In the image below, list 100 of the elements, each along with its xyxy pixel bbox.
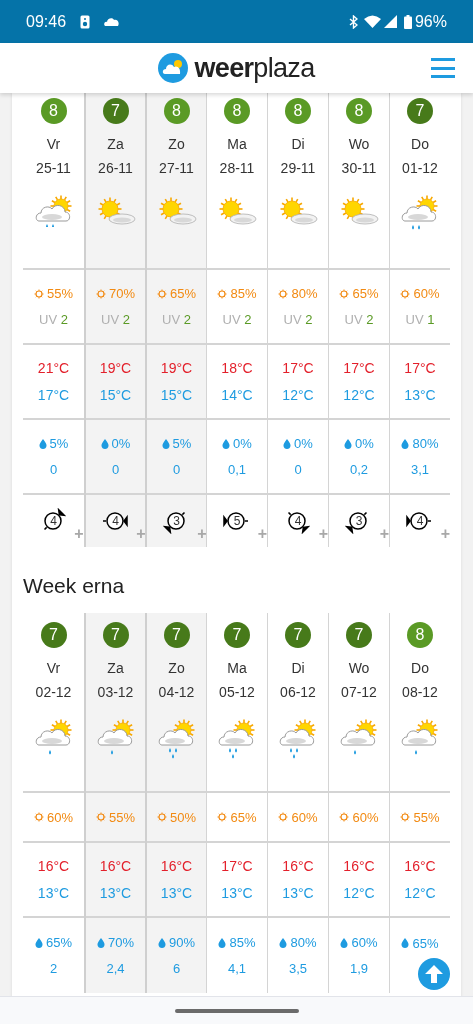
date: 01-12 (402, 159, 438, 178)
min-temperature: 13°C (221, 883, 253, 903)
sunshine-chance: 80% (278, 284, 318, 304)
score-badge: 8 (40, 98, 67, 124)
sunshine-chance: 55% (96, 807, 135, 827)
sun-icon (217, 812, 228, 823)
date: 04-12 (158, 683, 195, 703)
drop-icon (401, 438, 410, 449)
more-button[interactable]: + (440, 526, 450, 542)
score-badge: 7 (224, 622, 250, 649)
max-temperature: 16°C (282, 856, 314, 876)
battery-percentage: 96% (414, 11, 447, 32)
date: 29-11 (280, 159, 316, 178)
drop-icon (222, 438, 231, 449)
sunshine-chance: 60% (339, 807, 379, 827)
uv-index: UV 2 (222, 310, 252, 329)
more-button[interactable]: + (74, 526, 84, 542)
day-name: Do (411, 659, 429, 679)
max-temperature: 17°C (343, 358, 375, 378)
sunshine-chance: 60% (400, 284, 440, 304)
day-name: Vr (46, 659, 61, 679)
date: 07-12 (341, 683, 377, 703)
more-button[interactable]: + (257, 526, 267, 542)
rain-chance: 65% (35, 933, 72, 953)
date: 02-12 (35, 683, 72, 703)
sunshine-chance: 65% (157, 284, 196, 304)
min-temperature: 13°C (99, 883, 132, 903)
sunshine-chance: 65% (217, 807, 257, 827)
day-name: Di (291, 659, 305, 679)
rain-amount: 0 (294, 460, 302, 479)
uv-index: UV 1 (405, 310, 435, 329)
sun-icon (400, 288, 411, 299)
min-temperature: 13°C (282, 883, 314, 903)
rain-amount: 4,1 (227, 959, 247, 978)
rain-amount: 0 (111, 460, 120, 479)
more-button[interactable]: + (318, 526, 328, 542)
sun-icon (278, 288, 289, 299)
score-badge: 7 (102, 622, 129, 649)
battery-icon (403, 14, 412, 29)
sunshine-chance: 55% (34, 284, 73, 304)
drop-icon (279, 938, 288, 948)
rain-amount: 3,1 (410, 460, 430, 479)
rain-amount: 0,2 (349, 460, 369, 479)
more-button[interactable]: + (197, 526, 207, 542)
wind-force: 4 (416, 515, 424, 527)
max-temperature: 17°C (282, 358, 314, 378)
date: 30-11 (341, 159, 377, 178)
uv-index: UV 2 (101, 310, 130, 329)
rain-chance: 90% (158, 933, 195, 953)
wind-force: 4 (50, 515, 57, 527)
day-name: Wo (348, 135, 370, 154)
rain-chance: 0% (283, 434, 313, 454)
logo-icon (158, 53, 189, 83)
max-temperature: 16°C (160, 856, 193, 876)
sun-icon (34, 812, 44, 823)
wind-force: 4 (112, 515, 119, 527)
date: 26-11 (98, 159, 133, 178)
drop-icon (97, 938, 105, 948)
home-handle[interactable] (174, 1008, 299, 1013)
sunshine-chance: 70% (96, 284, 135, 304)
drop-icon (158, 938, 166, 948)
rain-chance: 80% (279, 933, 317, 953)
drop-icon (100, 438, 109, 449)
score-badge: 8 (285, 98, 311, 124)
date: 03-12 (97, 683, 134, 703)
max-temperature: 16°C (404, 856, 436, 876)
uv-index: UV 2 (162, 310, 191, 329)
max-temperature: 17°C (221, 856, 253, 876)
rain-amount: 6 (172, 959, 181, 978)
clock: 09:46 (26, 11, 67, 32)
rain-amount: 2 (49, 959, 58, 978)
logo-text: weerplaza (194, 54, 315, 82)
score-badge: 7 (40, 622, 67, 649)
date: 27-11 (159, 159, 194, 178)
sun-icon (96, 812, 106, 823)
max-temperature: 21°C (37, 358, 70, 378)
min-temperature: 12°C (343, 385, 375, 405)
sunshine-chance: 85% (217, 284, 257, 304)
day-name: Vr (46, 135, 61, 154)
sun-icon (157, 812, 167, 823)
wind-force: 5 (233, 515, 241, 527)
min-temperature: 17°C (37, 385, 70, 405)
sun-icon (339, 288, 350, 299)
score-badge: 7 (407, 98, 433, 124)
min-temperature: 13°C (160, 883, 193, 903)
day-name: Wo (348, 659, 370, 679)
more-button[interactable]: + (136, 526, 146, 542)
sun-icon (400, 812, 411, 823)
day-name: Zo (168, 659, 185, 679)
cloud-icon (104, 17, 121, 26)
wind-force: 3 (173, 515, 180, 527)
rain-amount: 3,5 (288, 959, 308, 978)
menu-button[interactable] (431, 58, 455, 78)
sun-icon (96, 288, 106, 299)
score-badge: 7 (285, 622, 311, 649)
rain-amount: 1,9 (349, 959, 369, 978)
more-button[interactable]: + (379, 526, 389, 542)
drop-icon (401, 938, 410, 949)
rain-chance: 5% (38, 434, 69, 454)
drop-icon (35, 938, 43, 948)
